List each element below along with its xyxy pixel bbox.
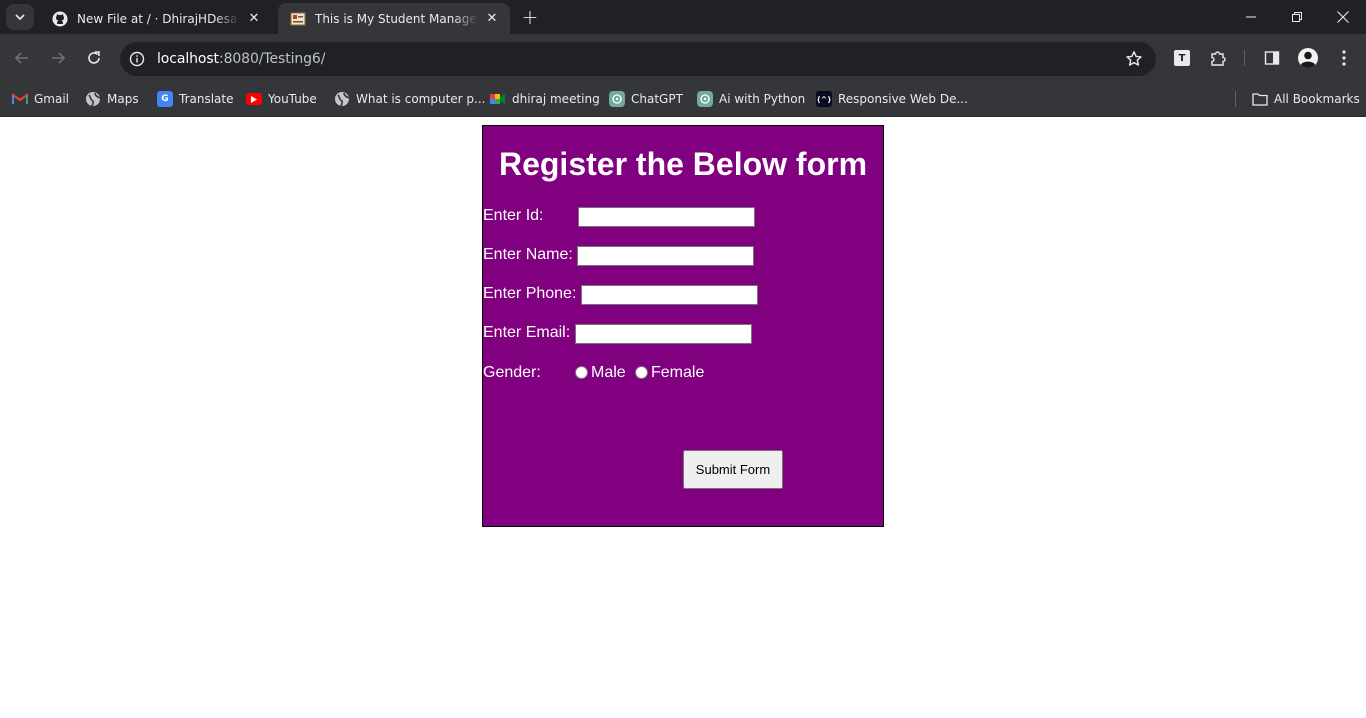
bookmark-translate[interactable]: G Translate	[157, 88, 234, 110]
phone-label: Enter Phone:	[483, 285, 577, 302]
bookmark-responsive-web[interactable]: (^) Responsive Web De...	[816, 88, 968, 110]
page-favicon-icon	[290, 11, 306, 27]
close-icon[interactable]: ✕	[246, 11, 262, 27]
puzzle-icon	[1211, 51, 1226, 66]
name-field[interactable]	[577, 246, 754, 266]
bookmark-gmail[interactable]: Gmail	[12, 88, 69, 110]
phone-field[interactable]	[581, 285, 758, 305]
bookmark-label: ChatGPT	[631, 92, 683, 106]
profile-button[interactable]	[1296, 46, 1320, 70]
menu-button[interactable]	[1332, 46, 1356, 70]
toolbar-divider	[1244, 50, 1245, 66]
name-label: Enter Name:	[483, 246, 573, 263]
new-tab-button[interactable]: +	[518, 5, 542, 29]
extension-t-icon: T	[1174, 50, 1190, 66]
bookmark-computer[interactable]: What is computer p...	[334, 88, 486, 110]
meet-icon	[490, 91, 506, 107]
bookmark-label: Translate	[179, 92, 234, 106]
id-label: Enter Id:	[483, 207, 544, 224]
gender-female-label: Female	[651, 364, 705, 381]
bookmark-label: Maps	[107, 92, 139, 106]
form-title: Register the Below form	[498, 146, 868, 182]
bookmark-maps[interactable]: Maps	[85, 88, 139, 110]
arrow-left-icon	[14, 52, 28, 64]
tab-github[interactable]: New File at / · DhirajHDesale/Student-Ma…	[40, 3, 272, 34]
email-field[interactable]	[575, 324, 752, 344]
bookmark-label: YouTube	[268, 92, 317, 106]
close-icon[interactable]: ✕	[484, 11, 500, 27]
globe-icon	[334, 91, 350, 107]
chatgpt-icon	[697, 91, 713, 107]
email-label: Enter Email:	[483, 324, 571, 341]
gender-male-label: Male	[591, 364, 626, 381]
chevron-down-icon	[15, 14, 25, 21]
gender-male-radio[interactable]	[575, 366, 588, 379]
freecodecamp-icon: (^)	[816, 91, 832, 107]
side-panel-icon	[1264, 51, 1280, 65]
minimize-icon	[1246, 16, 1256, 18]
avatar	[1298, 48, 1318, 69]
bookmark-youtube[interactable]: YouTube	[246, 88, 317, 110]
bookmark-label: Gmail	[34, 92, 70, 106]
back-button[interactable]	[8, 44, 36, 72]
bookmarks-divider	[1235, 91, 1236, 107]
browser-toolbar: localhost:8080/Testing6/ T	[0, 34, 1366, 82]
bookmark-label: What is computer p...	[356, 92, 486, 106]
id-field[interactable]	[578, 207, 755, 227]
translate-icon: G	[157, 91, 173, 107]
bookmark-ai-python[interactable]: Ai with Python	[697, 88, 805, 110]
url-text: localhost:8080/Testing6/	[157, 51, 325, 67]
url-path: :8080/Testing6/	[218, 51, 326, 67]
tab-strip: New File at / · DhirajHDesale/Student-Ma…	[0, 0, 1366, 34]
side-panel-button[interactable]	[1260, 46, 1284, 70]
youtube-icon	[246, 93, 262, 105]
site-info-icon[interactable]	[126, 48, 148, 70]
tab-student-management[interactable]: This is My Student Management ✕	[278, 3, 510, 34]
all-bookmarks-label: All Bookmarks	[1274, 92, 1360, 106]
gender-label: Gender:	[483, 364, 541, 381]
bookmark-meeting[interactable]: dhiraj meeting	[490, 88, 600, 110]
tab-title: New File at / · DhirajHDesale/Student-Ma…	[77, 11, 240, 26]
reload-icon	[88, 51, 100, 64]
close-icon	[1337, 11, 1349, 23]
tab-search-button[interactable]	[6, 4, 34, 30]
close-window-button[interactable]	[1320, 0, 1366, 34]
extension-t-button[interactable]: T	[1170, 46, 1194, 70]
github-icon	[52, 11, 68, 27]
bookmark-label: dhiraj meeting	[512, 92, 600, 106]
chatgpt-icon	[609, 91, 625, 107]
folder-icon	[1252, 91, 1268, 107]
address-bar[interactable]: localhost:8080/Testing6/	[120, 42, 1156, 76]
restore-icon	[1292, 12, 1302, 22]
gender-female-radio[interactable]	[635, 366, 648, 379]
restore-button[interactable]	[1274, 0, 1320, 34]
bookmark-star-icon[interactable]	[1124, 49, 1144, 69]
bookmark-label: Ai with Python	[719, 92, 806, 106]
reload-button[interactable]	[80, 44, 108, 72]
all-bookmarks-button[interactable]: All Bookmarks	[1252, 88, 1360, 110]
gmail-icon	[12, 91, 28, 107]
tab-title: This is My Student Management	[315, 11, 478, 26]
more-vert-icon	[1342, 50, 1346, 66]
bookmarks-bar: Gmail Maps G Translate YouTube What is c…	[0, 82, 1366, 117]
submit-form-button[interactable]: Submit Form	[683, 450, 783, 489]
minimize-button[interactable]	[1228, 0, 1274, 34]
bookmark-label: Responsive Web De...	[838, 92, 968, 106]
bookmark-chatgpt[interactable]: ChatGPT	[609, 88, 683, 110]
forward-button[interactable]	[44, 44, 72, 72]
registration-form: Register the Below form Enter Id: Enter …	[482, 125, 884, 527]
url-host: localhost	[157, 51, 219, 67]
extensions-button[interactable]	[1206, 46, 1230, 70]
globe-icon	[85, 91, 101, 107]
arrow-right-icon	[52, 52, 66, 64]
